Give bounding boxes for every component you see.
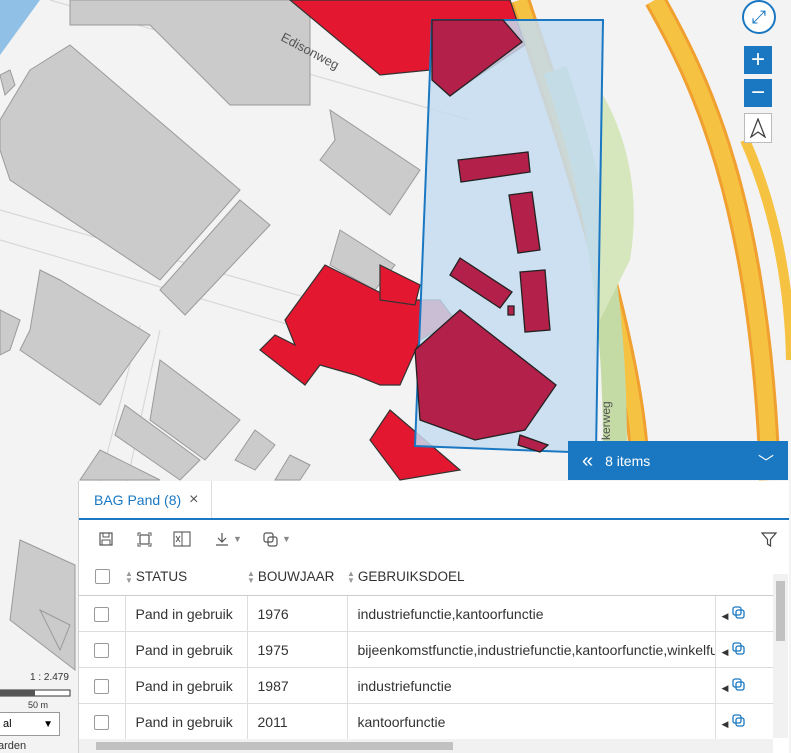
copy-icon [732, 641, 745, 655]
cell-gebruiksdoel: industriefunctie [346, 667, 715, 704]
row-checkbox[interactable] [79, 667, 125, 704]
street-label-kerweg: kerweg [599, 401, 613, 440]
row-actions[interactable]: ◀ [714, 631, 773, 668]
scale-ratio: 1 : 2.479 [30, 672, 69, 683]
layer-select[interactable]: al ▼ [0, 712, 60, 736]
close-icon[interactable]: × [189, 491, 198, 509]
tab-label: BAG Pand (8) [94, 491, 182, 508]
results-table: ▲ ▼ STATUS ▲ ▼ BOUWJAAR ▲ ▼ GEBRUIKSDOEL Pand … [79, 558, 773, 739]
results-panel: BAG Pand (8) × ▼ ▼ ▲ ▼ STATUS ▲ ▼ BOUWJA… [78, 481, 789, 753]
scrollbar-thumb[interactable] [776, 581, 785, 641]
attribution-text: arden [0, 740, 27, 752]
download-icon[interactable]: ▼ [215, 529, 242, 549]
sort-icon[interactable]: ▲ ▼ [347, 570, 355, 585]
panel-toolbar: ▼ ▼ [79, 520, 789, 558]
items-count-label: 8 items [605, 452, 651, 469]
table-row[interactable]: Pand in gebruik 1987 industriefunctie ◀ [79, 667, 773, 704]
cell-bouwjaar: 1975 [246, 631, 347, 668]
table-row[interactable]: Pand in gebruik 1975 bijeenkomstfunctie,… [79, 631, 773, 668]
vertical-scrollbar[interactable] [773, 574, 788, 738]
select-all-checkbox[interactable] [79, 558, 125, 596]
cell-bouwjaar: 1987 [246, 667, 347, 704]
table-row[interactable]: Pand in gebruik 1976 industriefunctie,ka… [79, 595, 773, 632]
cell-status: Pand in gebruik [124, 667, 247, 704]
excel-export-icon[interactable] [173, 529, 191, 549]
row-checkbox[interactable] [79, 595, 125, 632]
chevron-down-icon: ▼ [43, 718, 53, 730]
save-icon[interactable] [99, 529, 113, 549]
row-checkbox[interactable] [79, 631, 125, 668]
scale-bar-label: 50 m [28, 700, 49, 710]
sort-icon[interactable]: ▲ ▼ [247, 570, 255, 585]
horizontal-scrollbar[interactable] [79, 739, 773, 753]
results-table-wrapper[interactable]: ▲ ▼ STATUS ▲ ▼ BOUWJAAR ▲ ▼ GEBRUIKSDOEL Pand … [79, 558, 773, 739]
layer-select-value: al [3, 718, 12, 730]
column-status[interactable]: ▲ ▼ STATUS [125, 558, 247, 596]
cell-status: Pand in gebruik [124, 631, 247, 668]
sort-icon[interactable]: ▲ ▼ [125, 570, 133, 585]
cell-gebruiksdoel: kantoorfunctie [346, 703, 715, 739]
row-actions[interactable]: ◀ [714, 667, 773, 704]
zoom-out-button[interactable]: − [744, 79, 772, 107]
copy-icon [732, 677, 745, 691]
cell-bouwjaar: 2011 [246, 703, 347, 739]
column-gebruiksdoel[interactable]: ▲ ▼ GEBRUIKSDOEL [347, 558, 715, 596]
north-arrow-icon[interactable] [744, 113, 772, 143]
row-actions[interactable]: ◀ [714, 703, 773, 739]
selection-items-bar[interactable]: « 8 items ﹀ [568, 441, 788, 480]
cell-status: Pand in gebruik [124, 595, 247, 632]
cell-status: Pand in gebruik [124, 703, 247, 739]
cell-gebruiksdoel: bijeenkomstfunctie,industriefunctie,kant… [346, 631, 715, 668]
zoom-in-button[interactable]: + [744, 46, 772, 74]
row-actions[interactable]: ◀ [714, 595, 773, 632]
copy-icon [732, 713, 745, 727]
panel-tabs: BAG Pand (8) × [79, 481, 789, 520]
tab-bag-pand[interactable]: BAG Pand (8) × [79, 481, 212, 518]
filter-icon[interactable] [761, 529, 777, 549]
copy-icon[interactable]: ▼ [263, 529, 291, 549]
table-header: ▲ ▼ STATUS ▲ ▼ BOUWJAAR ▲ ▼ GEBRUIKSDOEL [79, 558, 773, 596]
table-row[interactable]: Pand in gebruik 2011 kantoorfunctie ◀ [79, 703, 773, 739]
cell-gebruiksdoel: industriefunctie,kantoorfunctie [346, 595, 715, 632]
expand-icon[interactable]: ⤢ [742, 0, 776, 34]
column-bouwjaar[interactable]: ▲ ▼ BOUWJAAR [247, 558, 347, 596]
zoom-to-selection-icon[interactable] [137, 529, 152, 549]
double-chevron-left-icon[interactable]: « [582, 451, 593, 471]
scrollbar-thumb[interactable] [96, 742, 453, 750]
copy-icon [732, 605, 745, 619]
chevron-down-icon[interactable]: ﹀ [758, 449, 774, 473]
row-checkbox[interactable] [79, 703, 125, 739]
cell-bouwjaar: 1976 [246, 595, 347, 632]
